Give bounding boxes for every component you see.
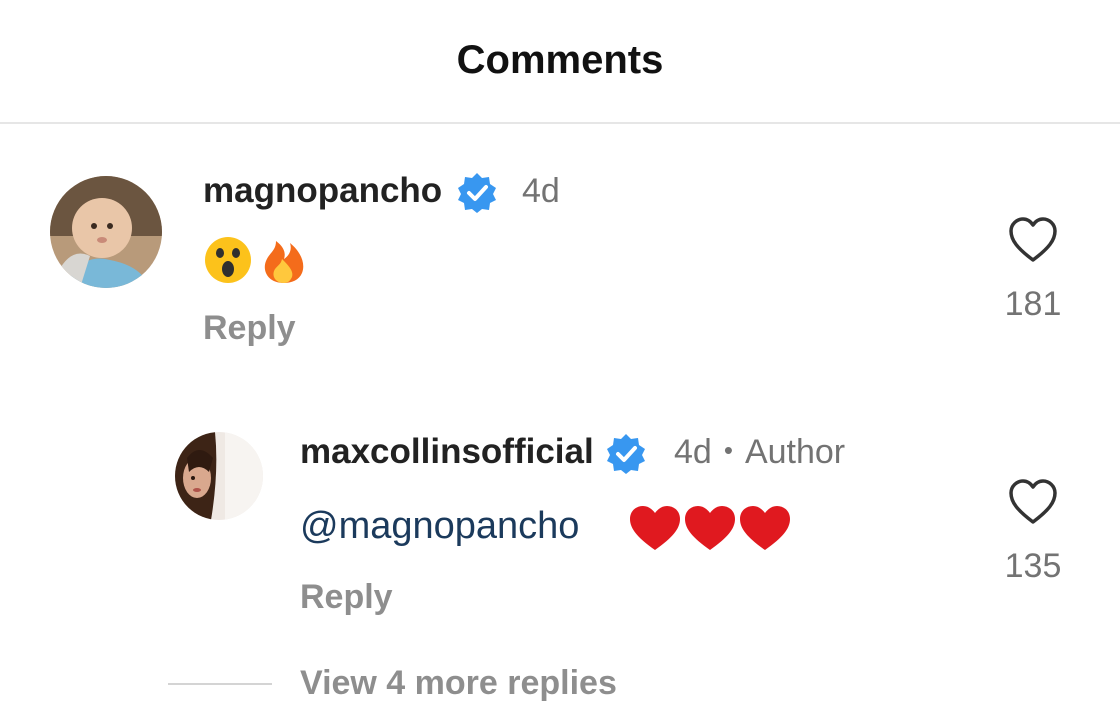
like-count: 181: [1004, 285, 1062, 323]
comments-header: Comments: [0, 0, 1120, 124]
comment-username[interactable]: magnopancho: [203, 171, 442, 211]
divider-line: [168, 683, 272, 685]
fire-icon: [264, 241, 304, 283]
like-count: 135: [1004, 547, 1062, 585]
comment-timestamp: 4d: [522, 172, 560, 210]
like-heart-icon[interactable]: [1007, 478, 1059, 531]
reply-emojis: [628, 504, 794, 559]
reply-button[interactable]: Reply: [300, 578, 393, 617]
verified-badge-icon: [604, 432, 648, 481]
avatar[interactable]: [175, 432, 263, 520]
astonished-face-icon: [205, 237, 251, 283]
red-heart-icon: [630, 506, 680, 550]
like-heart-icon[interactable]: [1007, 216, 1059, 269]
page-title: Comments: [456, 38, 664, 82]
mention-link[interactable]: @magnopancho: [300, 505, 579, 548]
reply-button[interactable]: Reply: [203, 309, 296, 348]
reply-username[interactable]: maxcollinsofficial: [300, 432, 594, 472]
comment-body: [204, 233, 314, 292]
verified-badge-icon: [455, 171, 499, 220]
red-heart-icon: [740, 506, 790, 550]
author-tag: Author: [744, 433, 846, 471]
avatar[interactable]: [50, 176, 162, 288]
separator-dot: •: [723, 435, 733, 465]
red-heart-icon: [685, 506, 735, 550]
reply-timestamp: 4d: [674, 433, 712, 471]
reply-meta: 4d • Author: [674, 433, 845, 472]
view-more-replies-button[interactable]: View 4 more replies: [300, 664, 617, 703]
